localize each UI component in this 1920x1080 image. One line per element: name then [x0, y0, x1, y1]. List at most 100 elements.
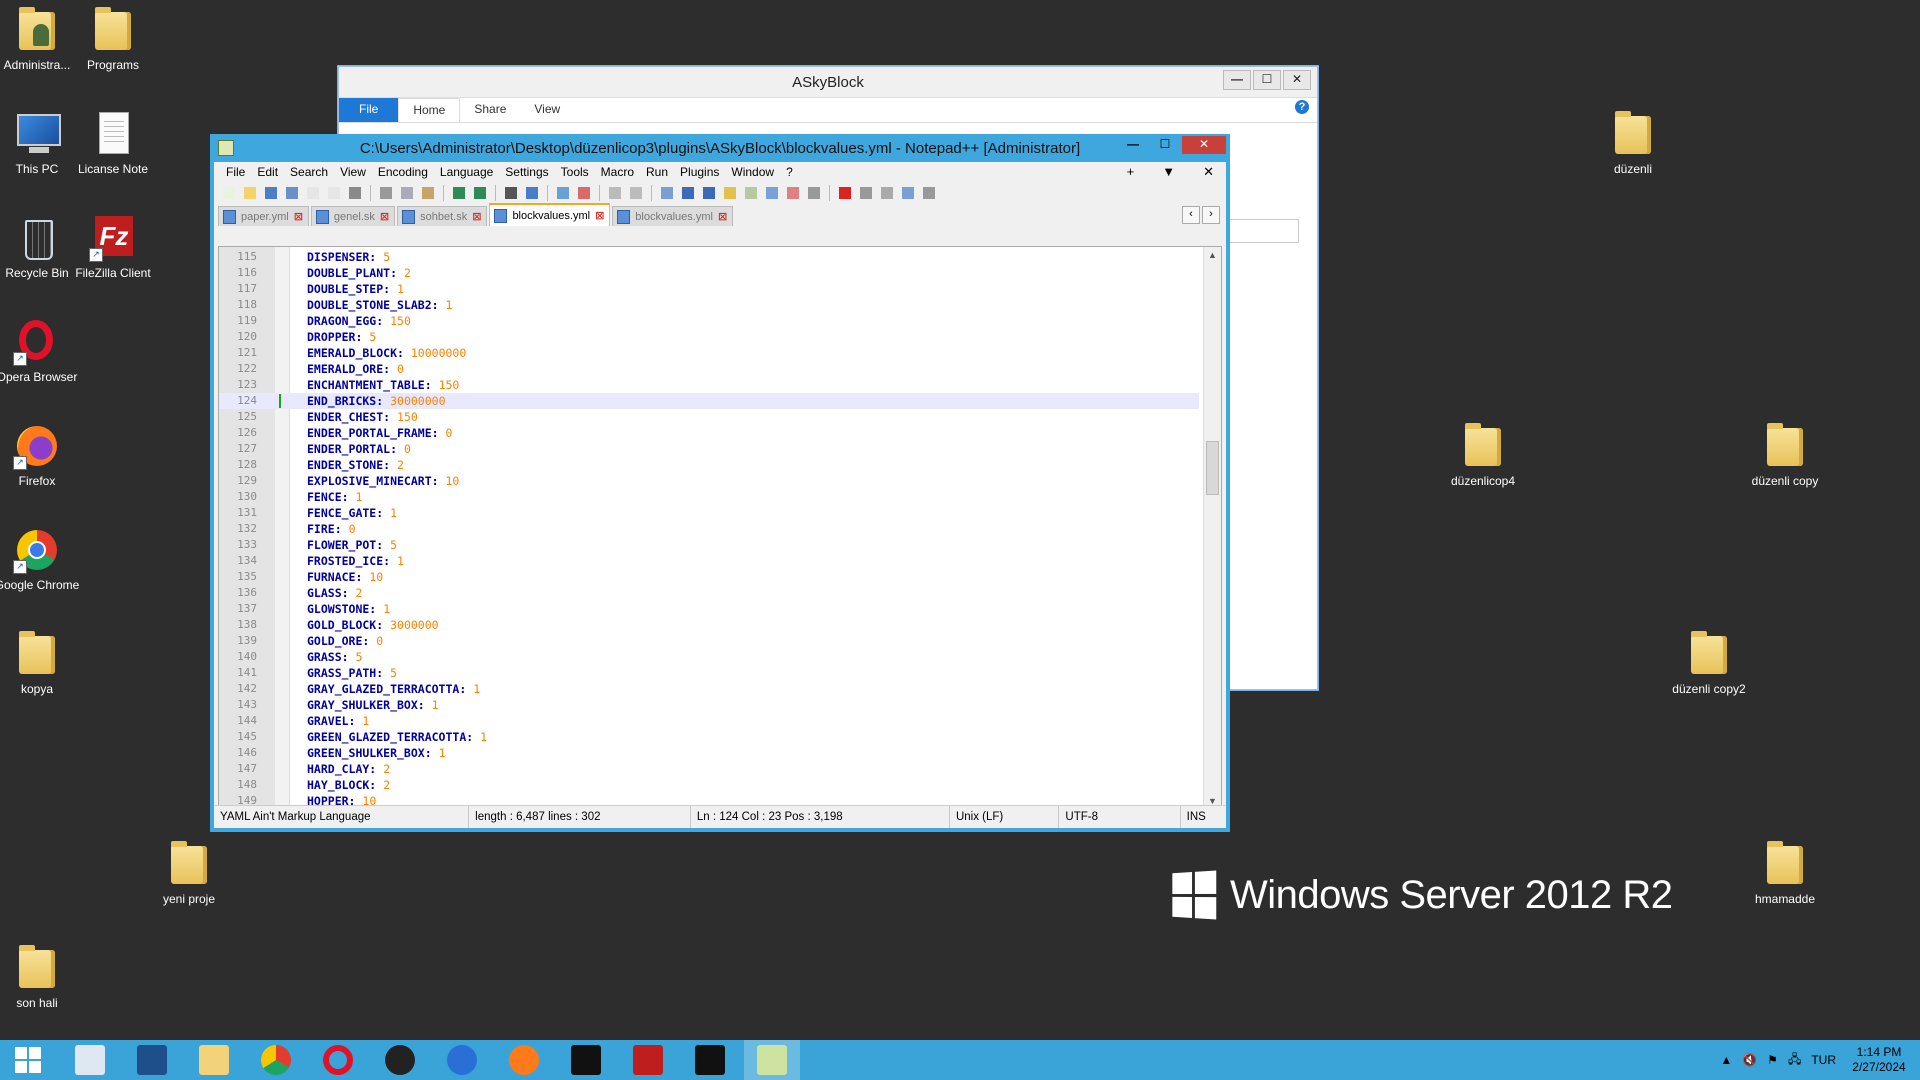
document-tab[interactable]: blockvalues.yml ⊠ — [489, 203, 611, 226]
desktop-icon-firefox[interactable]: ↗ Firefox — [0, 422, 82, 488]
tray-overflow-icon[interactable]: ▲ — [1720, 1053, 1732, 1067]
paste-icon[interactable] — [419, 185, 437, 201]
code-line[interactable]: 140 GRASS: 5 — [219, 649, 1199, 665]
code-line[interactable]: 116 DOUBLE_PLANT: 2 — [219, 265, 1199, 281]
menu-run[interactable]: Run — [640, 165, 674, 179]
desktop-icon-notepad[interactable]: Licanse Note — [68, 110, 158, 176]
code-line[interactable]: 131 FENCE_GATE: 1 — [219, 505, 1199, 521]
menu-view[interactable]: View — [334, 165, 372, 179]
minimize-button[interactable]: — — [1223, 70, 1251, 90]
code-line[interactable]: 115 DISPENSER: 5 — [219, 249, 1199, 265]
doc-map-icon[interactable] — [742, 185, 760, 201]
open-file-icon[interactable] — [241, 185, 259, 201]
menu-file[interactable]: File — [220, 165, 251, 179]
desktop-icon-filezilla[interactable]: Fz ↗ FileZilla Client — [68, 214, 158, 280]
code-line[interactable]: 120 DROPPER: 5 — [219, 329, 1199, 345]
menu-encoding[interactable]: Encoding — [372, 165, 434, 179]
flag-icon[interactable]: ⚑ — [1767, 1053, 1778, 1067]
print-icon[interactable] — [346, 185, 364, 201]
tab-close-icon[interactable]: ⊠ — [294, 210, 303, 223]
monitor-icon[interactable] — [805, 185, 823, 201]
stop-record-icon[interactable] — [857, 185, 875, 201]
close-doc-button[interactable]: ✕ — [1197, 164, 1220, 180]
find-icon[interactable] — [502, 185, 520, 201]
code-line[interactable]: 144 GRAVEL: 1 — [219, 713, 1199, 729]
udl-icon[interactable] — [721, 185, 739, 201]
ribbon-tab-file[interactable]: File — [339, 98, 399, 122]
volume-icon[interactable]: 🔇 — [1742, 1053, 1757, 1067]
code-line[interactable]: 146 GREEN_SHULKER_BOX: 1 — [219, 745, 1199, 761]
taskbar-thunderbird[interactable] — [434, 1040, 490, 1080]
code-line[interactable]: 142 GRAY_GLAZED_TERRACOTTA: 1 — [219, 681, 1199, 697]
new-tab-button[interactable]: + — [1121, 164, 1141, 180]
tab-scroll-left-icon[interactable]: ‹ — [1182, 206, 1200, 224]
show-all-icon[interactable] — [679, 185, 697, 201]
document-tab[interactable]: sohbet.sk ⊠ — [397, 206, 488, 226]
scroll-up-icon[interactable]: ▲ — [1204, 247, 1221, 263]
maximize-button[interactable]: ☐ — [1150, 136, 1180, 154]
desktop-icon-folder[interactable]: Programs — [68, 6, 158, 72]
code-line[interactable]: 124 END_BRICKS: 30000000 — [219, 393, 1199, 409]
code-line[interactable]: 141 GRASS_PATH: 5 — [219, 665, 1199, 681]
code-editor[interactable]: 115 DISPENSER: 5 116 DOUBLE_PLANT: 2 117 DOUB… — [218, 246, 1222, 810]
code-line[interactable]: 143 GRAY_SHULKER_BOX: 1 — [219, 697, 1199, 713]
ribbon-tab-view[interactable]: View — [520, 98, 574, 122]
taskbar-file-explorer[interactable] — [186, 1040, 242, 1080]
code-line[interactable]: 125 ENDER_CHEST: 150 — [219, 409, 1199, 425]
taskbar-jetbrains-rider[interactable] — [558, 1040, 614, 1080]
menu-macro[interactable]: Macro — [595, 165, 640, 179]
record-macro-icon[interactable] — [836, 185, 854, 201]
code-line[interactable]: 118 DOUBLE_STONE_SLAB2: 1 — [219, 297, 1199, 313]
scroll-thumb[interactable] — [1206, 441, 1219, 495]
minimize-button[interactable]: — — [1118, 136, 1148, 154]
network-icon[interactable]: 🖧 — [1788, 1050, 1801, 1071]
tab-list-button[interactable]: ▼ — [1156, 164, 1181, 180]
close-all-icon[interactable] — [325, 185, 343, 201]
document-tab[interactable]: paper.yml ⊠ — [218, 206, 309, 226]
close-button[interactable]: ✕ — [1283, 70, 1311, 90]
new-file-icon[interactable] — [220, 185, 238, 201]
cut-icon[interactable] — [377, 185, 395, 201]
save-icon[interactable] — [262, 185, 280, 201]
maximize-button[interactable]: ☐ — [1253, 70, 1281, 90]
notepadpp-window[interactable]: C:\Users\Administrator\Desktop\düzenlico… — [210, 134, 1230, 832]
play-macro-icon[interactable] — [878, 185, 896, 201]
code-line[interactable]: 145 GREEN_GLAZED_TERRACOTTA: 1 — [219, 729, 1199, 745]
explorer-titlebar[interactable]: ASkyBlock — ☐ ✕ — [339, 67, 1317, 98]
code-line[interactable]: 126 ENDER_PORTAL_FRAME: 0 — [219, 425, 1199, 441]
code-line[interactable]: 130 FENCE: 1 — [219, 489, 1199, 505]
menu-settings[interactable]: Settings — [499, 165, 554, 179]
code-line[interactable]: 138 GOLD_BLOCK: 3000000 — [219, 617, 1199, 633]
code-line[interactable]: 128 ENDER_STONE: 2 — [219, 457, 1199, 473]
code-line[interactable]: 137 GLOWSTONE: 1 — [219, 601, 1199, 617]
menu-edit[interactable]: Edit — [251, 165, 284, 179]
taskbar-server-manager[interactable] — [62, 1040, 118, 1080]
code-line[interactable]: 134 FROSTED_ICE: 1 — [219, 553, 1199, 569]
taskbar-chrome[interactable] — [248, 1040, 304, 1080]
taskbar-firefox[interactable] — [496, 1040, 552, 1080]
close-icon[interactable] — [304, 185, 322, 201]
ribbon-tab-share[interactable]: Share — [460, 98, 520, 122]
code-line[interactable]: 135 FURNACE: 10 — [219, 569, 1199, 585]
desktop-icon-folder[interactable]: kopya — [0, 630, 82, 696]
folder-workspace-icon[interactable] — [784, 185, 802, 201]
code-line[interactable]: 129 EXPLOSIVE_MINECART: 10 — [219, 473, 1199, 489]
save-macro-icon[interactable] — [920, 185, 938, 201]
copy-icon[interactable] — [398, 185, 416, 201]
menu-language[interactable]: Language — [434, 165, 499, 179]
code-line[interactable]: 122 EMERALD_ORE: 0 — [219, 361, 1199, 377]
menu-window[interactable]: Window — [725, 165, 780, 179]
desktop-icon-chrome[interactable]: ↗ Google Chrome — [0, 526, 82, 592]
tab-scroll-right-icon[interactable]: › — [1202, 206, 1220, 224]
desktop-icon-opera[interactable]: ↗ Opera Browser — [0, 318, 82, 384]
taskbar-start[interactable] — [0, 1040, 56, 1080]
sync-h-icon[interactable] — [627, 185, 645, 201]
ribbon-tab-home[interactable]: Home — [398, 98, 461, 122]
status-eol[interactable]: Unix (LF) — [950, 806, 1060, 828]
desktop-icon-folder[interactable]: yeni proje — [144, 840, 234, 906]
status-encoding[interactable]: UTF-8 — [1059, 806, 1181, 828]
desktop-icon-folder[interactable]: düzenlicop4 — [1438, 422, 1528, 488]
undo-icon[interactable] — [450, 185, 468, 201]
code-line[interactable]: 117 DOUBLE_STEP: 1 — [219, 281, 1199, 297]
close-button[interactable]: ✕ — [1182, 136, 1226, 154]
